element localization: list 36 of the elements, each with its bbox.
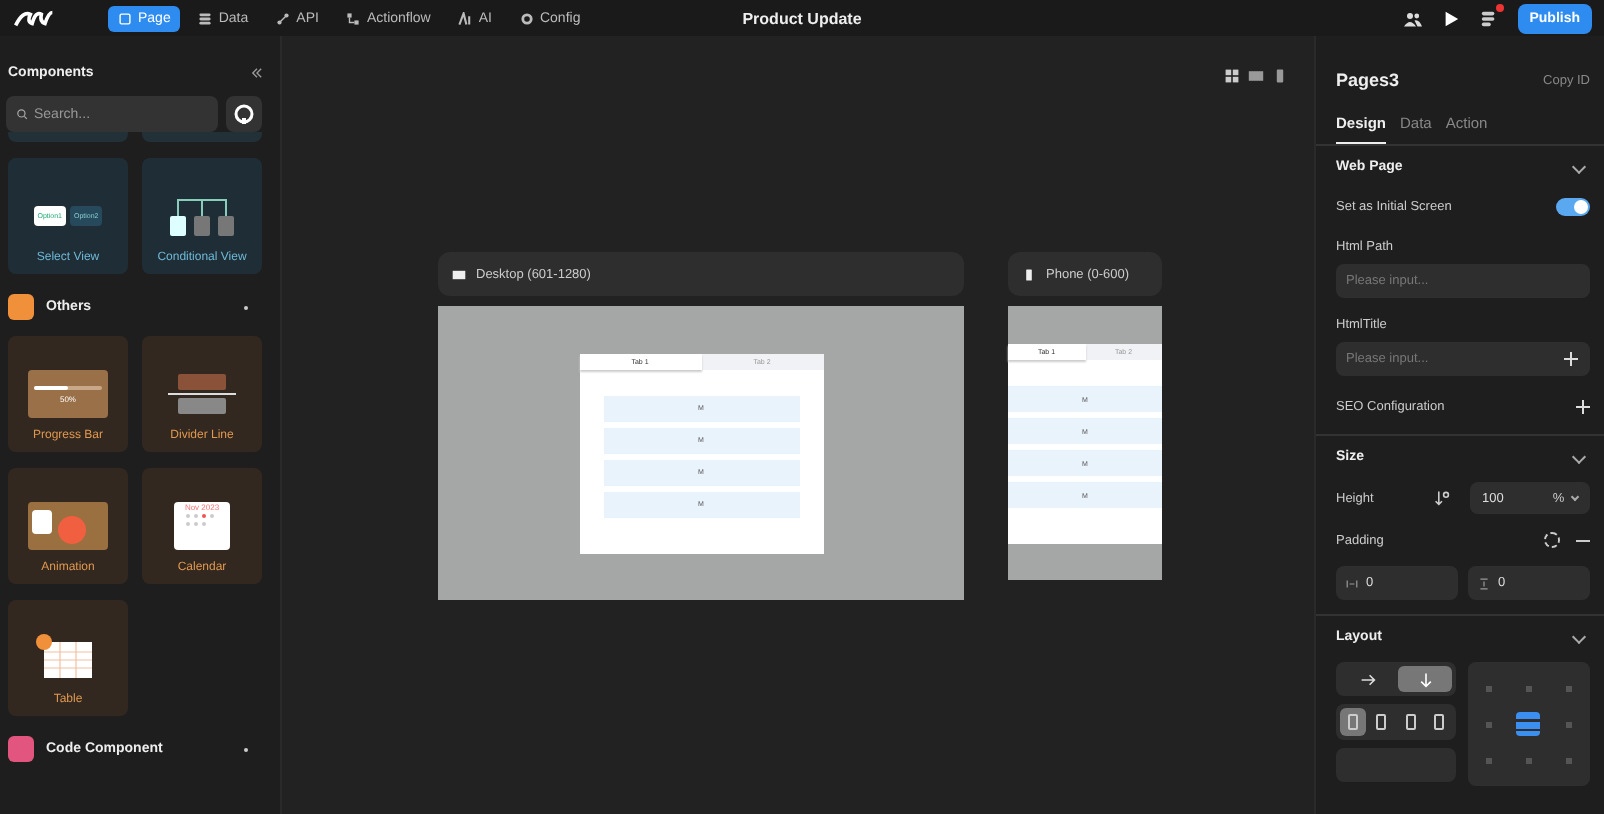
grid-icon[interactable] [1224,68,1240,84]
page-name: Pages3 [1336,70,1400,90]
github-button[interactable] [226,96,262,132]
ai-icon [458,11,473,25]
logo-icon [12,6,56,30]
down-arrow-icon [1417,671,1433,687]
right-arrow-icon [1359,671,1375,687]
divider-drawing [162,370,242,418]
database-icon[interactable] [1479,9,1498,27]
add-icon[interactable] [1564,352,1578,366]
animation-drawing [28,502,108,550]
collapse-icon[interactable] [250,66,264,80]
users-icon[interactable] [1403,9,1422,27]
dashed-circle-icon[interactable] [1544,532,1560,548]
monitor-icon[interactable] [1248,68,1264,84]
distribution-button[interactable] [1340,708,1365,736]
flow-icon [346,11,361,25]
vertical-padding-icon [1478,577,1490,589]
direction-button[interactable] [1398,666,1452,692]
toggle-switch[interactable] [1556,197,1590,215]
api-icon [276,11,291,25]
horizontal-padding-icon [1346,577,1358,589]
play-icon[interactable] [1441,9,1460,27]
category-icon [8,736,34,762]
monitor-icon [452,267,466,281]
project-title: Product Update [742,9,862,27]
search-icon [16,108,28,120]
config-icon [519,11,534,25]
phone-icon[interactable] [1272,68,1288,84]
alignment-grid[interactable] [1468,662,1590,786]
add-icon[interactable] [1576,399,1590,413]
page-icon [118,11,132,25]
category-icon [8,294,34,320]
minus-icon[interactable] [1576,539,1590,541]
sort-icon[interactable] [1434,490,1450,506]
data-icon [198,11,213,25]
